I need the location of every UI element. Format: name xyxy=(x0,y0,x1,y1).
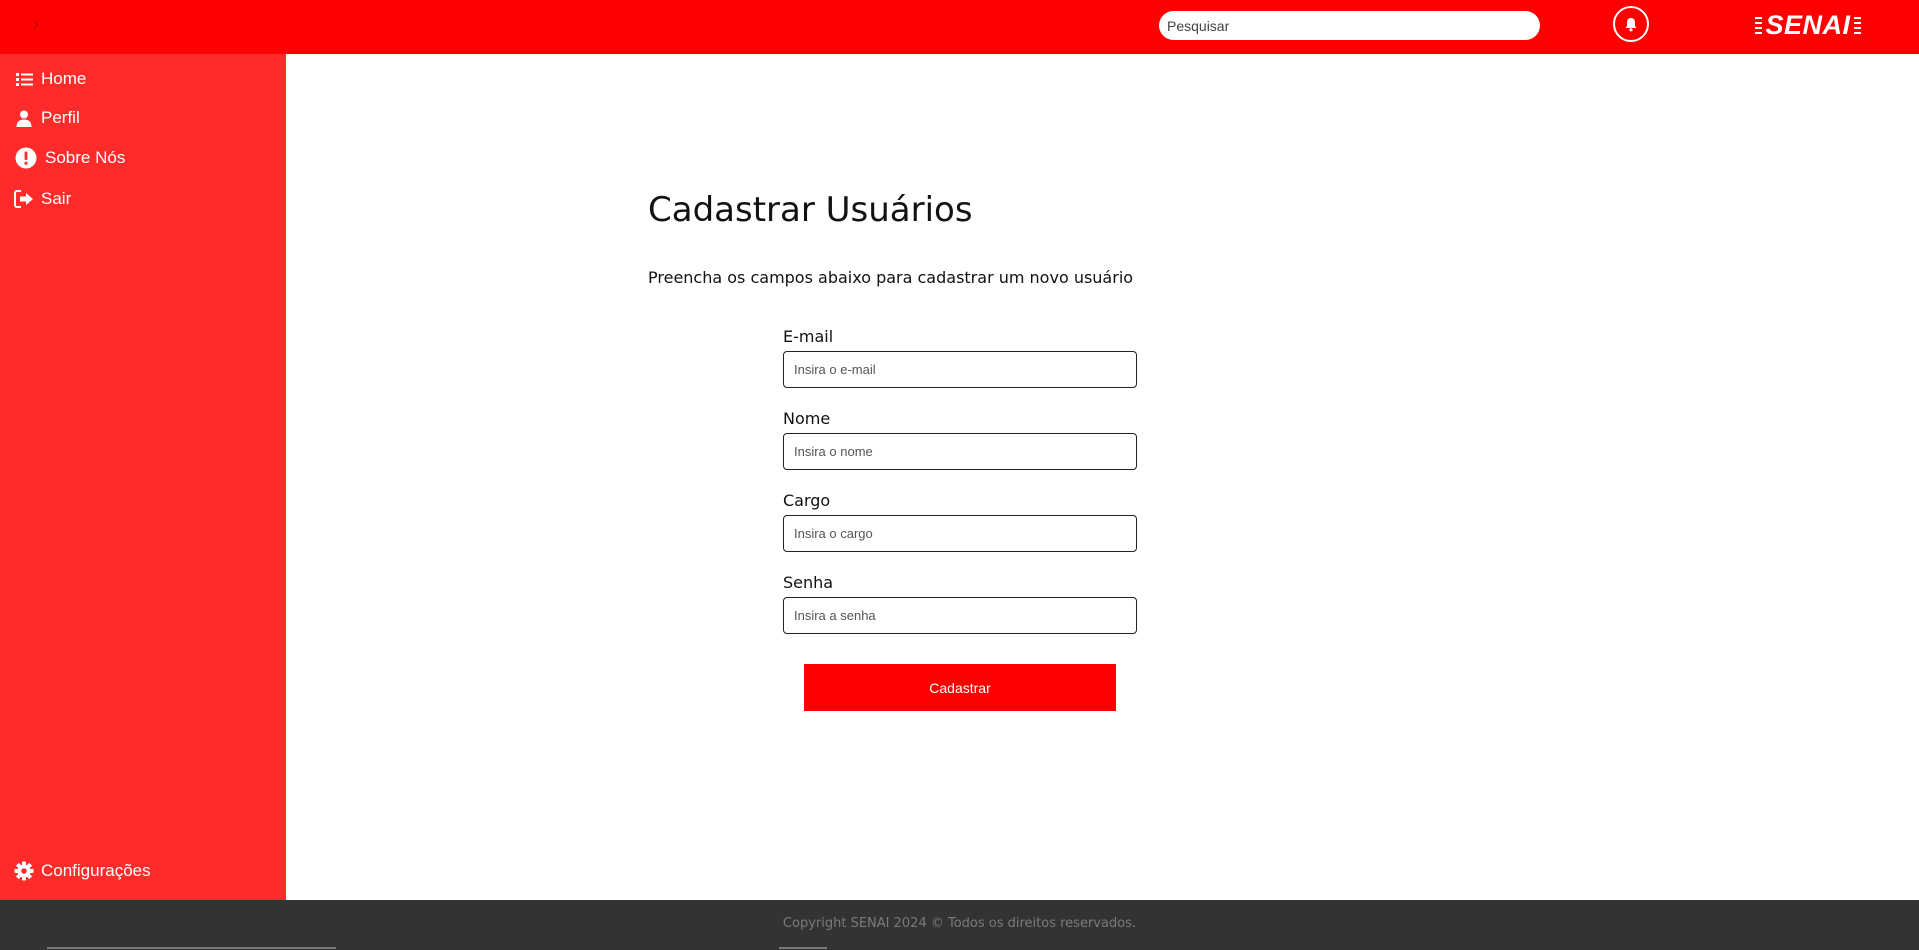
nome-label: Nome xyxy=(783,409,831,428)
logo-text: SENAI xyxy=(1765,9,1851,40)
copyright-text: Copyright SENAI 2024 © Todos os direitos… xyxy=(782,916,1137,931)
gear-icon xyxy=(14,861,34,881)
logo-stripes xyxy=(1755,16,1763,34)
cargo-label: Cargo xyxy=(783,491,831,510)
search-input[interactable] xyxy=(1159,11,1540,40)
page-title: Cadastrar Usuários xyxy=(648,190,973,230)
sign-out-icon xyxy=(14,189,34,209)
senha-field[interactable] xyxy=(783,597,1137,634)
sidebar-item-home[interactable]: Home xyxy=(14,65,86,93)
senha-label: Senha xyxy=(783,573,834,592)
bell-icon[interactable] xyxy=(1613,6,1649,42)
cadastrar-button[interactable]: Cadastrar xyxy=(804,664,1116,711)
sidebar-item-label: Perfil xyxy=(41,108,80,127)
sidebar-item-label: Configurações xyxy=(41,861,151,880)
scrollbar-thumb[interactable] xyxy=(779,947,827,949)
sidebar-item-label: Home xyxy=(41,69,87,88)
chevron-right-icon[interactable]: › xyxy=(26,12,46,36)
exclamation-circle-icon xyxy=(14,146,38,170)
senai-logo: SENAI xyxy=(1752,8,1864,42)
sidebar-item-sobre-nos[interactable]: Sobre Nós xyxy=(14,144,125,172)
sidebar-item-sair[interactable]: Sair xyxy=(14,185,71,213)
page-subtitle: Preencha os campos abaixo para cadastrar… xyxy=(648,268,1134,287)
list-icon xyxy=(14,69,34,89)
top-bar: › SENAI xyxy=(0,0,1919,54)
user-icon xyxy=(14,108,34,128)
logo-stripes xyxy=(1853,16,1861,34)
scrollbar-thumb[interactable] xyxy=(47,947,336,949)
sidebar-item-label: Sobre Nós xyxy=(45,148,126,167)
sidebar-item-configuracoes[interactable]: Configurações xyxy=(14,857,151,885)
email-field[interactable] xyxy=(783,351,1137,388)
sidebar-item-label: Sair xyxy=(41,189,72,208)
sidebar: Home Perfil Sobre Nós Sair Configurações xyxy=(0,54,286,900)
cargo-field[interactable] xyxy=(783,515,1137,552)
footer: Copyright SENAI 2024 © Todos os direitos… xyxy=(0,900,1919,950)
email-label: E-mail xyxy=(783,327,834,346)
sidebar-item-perfil[interactable]: Perfil xyxy=(14,104,80,132)
nome-field[interactable] xyxy=(783,433,1137,470)
main-content: Cadastrar Usuários Preencha os campos ab… xyxy=(286,54,1919,900)
